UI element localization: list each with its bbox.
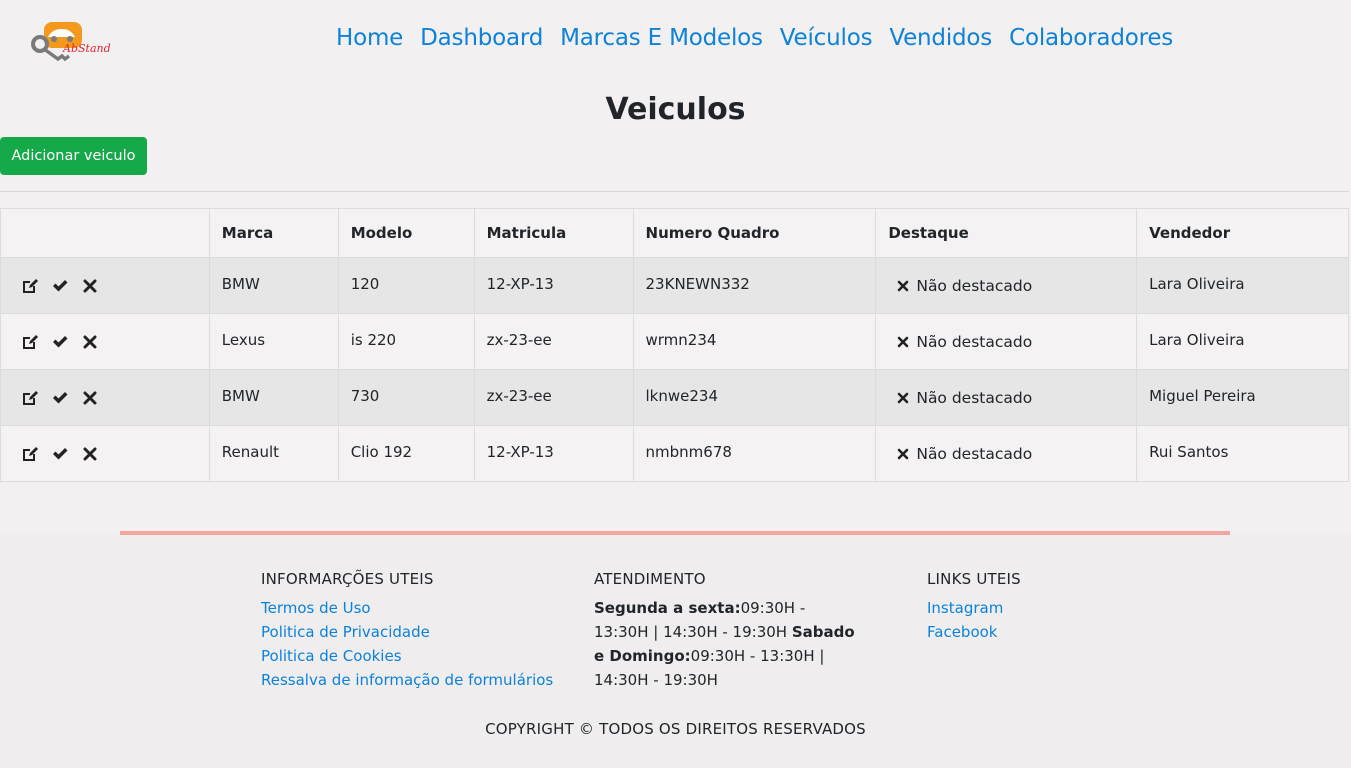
link-ressalva-formularios[interactable]: Ressalva de informação de formulários <box>261 668 553 692</box>
cell-matricula: zx-23-ee <box>473 313 634 370</box>
nav-veiculos[interactable]: Veículos <box>780 25 873 51</box>
not-featured-icon <box>896 447 910 461</box>
main-nav: Home Dashboard Marcas E Modelos Veículos… <box>336 25 1190 51</box>
cell-numero-quadro: 23KNEWN332 <box>632 257 877 314</box>
footer-atendimento-title: ATENDIMENTO <box>594 570 706 588</box>
nav-vendidos[interactable]: Vendidos <box>889 25 992 51</box>
table-row: Renault Clio 192 12-XP-13 nmbnm678 Não desta… <box>0 425 1349 482</box>
link-politica-privacidade[interactable]: Politica de Privacidade <box>261 620 553 644</box>
cell-vendedor: Lara Oliveira <box>1136 257 1349 314</box>
edit-icon[interactable] <box>21 445 39 463</box>
add-vehicle-button[interactable]: Adicionar veiculo <box>0 137 147 175</box>
destaque-label: Não destacado <box>916 444 1033 463</box>
svg-text:AbStand: AbStand <box>62 42 111 55</box>
weekday-label: Segunda a sexta: <box>594 599 741 617</box>
row-actions <box>0 369 210 426</box>
close-icon[interactable] <box>81 445 99 463</box>
cell-numero-quadro: nmbnm678 <box>632 425 877 482</box>
page-title: Veiculos <box>605 92 746 127</box>
check-icon[interactable] <box>51 389 69 407</box>
row-actions <box>0 425 210 482</box>
cell-matricula: zx-23-ee <box>473 369 634 426</box>
footer: INFORMARÇÕES UTEIS Termos de Uso Politic… <box>0 535 1351 768</box>
edit-icon[interactable] <box>21 333 39 351</box>
navbar: AbStand Home Dashboard Marcas E Modelos … <box>0 0 1351 80</box>
divider <box>0 191 1349 192</box>
edit-icon[interactable] <box>21 389 39 407</box>
footer-info-title: INFORMARÇÕES UTEIS <box>261 570 434 588</box>
copyright: COPYRIGHT © TODOS OS DIREITOS RESERVADOS <box>485 720 866 738</box>
header-matricula[interactable]: Matricula <box>473 208 634 258</box>
check-icon[interactable] <box>51 445 69 463</box>
cell-modelo: is 220 <box>337 313 475 370</box>
cell-vendedor: Rui Santos <box>1136 425 1349 482</box>
table-row: BMW 730 zx-23-ee lknwe234 Não destacado Migue… <box>0 369 1349 426</box>
cell-marca: BMW <box>208 257 339 314</box>
abstand-logo[interactable]: AbStand <box>30 20 122 64</box>
not-featured-icon <box>896 335 910 349</box>
cell-numero-quadro: wrmn234 <box>632 313 877 370</box>
not-featured-icon <box>896 279 910 293</box>
nav-marcas-e-modelos[interactable]: Marcas E Modelos <box>560 25 763 51</box>
destaque-label: Não destacado <box>916 388 1033 407</box>
cell-marca: Renault <box>208 425 339 482</box>
nav-dashboard[interactable]: Dashboard <box>420 25 543 51</box>
cell-destaque: Não destacado <box>875 257 1138 314</box>
nav-home[interactable]: Home <box>336 25 403 51</box>
link-politica-cookies[interactable]: Politica de Cookies <box>261 644 553 668</box>
close-icon[interactable] <box>81 277 99 295</box>
cell-marca: Lexus <box>208 313 339 370</box>
header-vendedor[interactable]: Vendedor <box>1136 208 1349 258</box>
cell-vendedor: Miguel Pereira <box>1136 369 1349 426</box>
close-icon[interactable] <box>81 333 99 351</box>
header-marca[interactable]: Marca <box>208 208 339 258</box>
vehicles-table: Marca Modelo Matricula Numero Quadro Des… <box>0 208 1349 482</box>
table-row: BMW 120 12-XP-13 23KNEWN332 Não destacado Lar… <box>0 257 1349 314</box>
cell-destaque: Não destacado <box>875 369 1138 426</box>
footer-atendimento-column: ATENDIMENTO Segunda a sexta:09:30H - 13:… <box>594 567 864 692</box>
link-facebook[interactable]: Facebook <box>927 620 1021 644</box>
footer-links-title: LINKS UTEIS <box>927 570 1021 588</box>
cell-modelo: 730 <box>337 369 475 426</box>
footer-info-column: INFORMARÇÕES UTEIS Termos de Uso Politic… <box>261 567 553 692</box>
table-header-row: Marca Modelo Matricula Numero Quadro Des… <box>0 208 1349 258</box>
cell-numero-quadro: lknwe234 <box>632 369 877 426</box>
header-numero-quadro[interactable]: Numero Quadro <box>632 208 877 258</box>
table-row: Lexus is 220 zx-23-ee wrmn234 Não destacado L… <box>0 313 1349 370</box>
header-modelo[interactable]: Modelo <box>337 208 475 258</box>
footer-links-column: LINKS UTEIS Instagram Facebook <box>927 567 1021 644</box>
header-actions <box>0 208 210 258</box>
header-destaque[interactable]: Destaque <box>875 208 1138 258</box>
cell-modelo: 120 <box>337 257 475 314</box>
cell-matricula: 12-XP-13 <box>473 425 634 482</box>
cell-marca: BMW <box>208 369 339 426</box>
row-actions <box>0 313 210 370</box>
close-icon[interactable] <box>81 389 99 407</box>
check-icon[interactable] <box>51 277 69 295</box>
link-instagram[interactable]: Instagram <box>927 596 1021 620</box>
cell-vendedor: Lara Oliveira <box>1136 313 1349 370</box>
cell-matricula: 12-XP-13 <box>473 257 634 314</box>
destaque-label: Não destacado <box>916 276 1033 295</box>
row-actions <box>0 257 210 314</box>
cell-destaque: Não destacado <box>875 313 1138 370</box>
link-termos-de-uso[interactable]: Termos de Uso <box>261 596 553 620</box>
opening-hours: Segunda a sexta:09:30H - 13:30H | 14:30H… <box>594 596 864 692</box>
cell-destaque: Não destacado <box>875 425 1138 482</box>
destaque-label: Não destacado <box>916 332 1033 351</box>
check-icon[interactable] <box>51 333 69 351</box>
not-featured-icon <box>896 391 910 405</box>
nav-colaboradores[interactable]: Colaboradores <box>1009 25 1173 51</box>
edit-icon[interactable] <box>21 277 39 295</box>
cell-modelo: Clio 192 <box>337 425 475 482</box>
